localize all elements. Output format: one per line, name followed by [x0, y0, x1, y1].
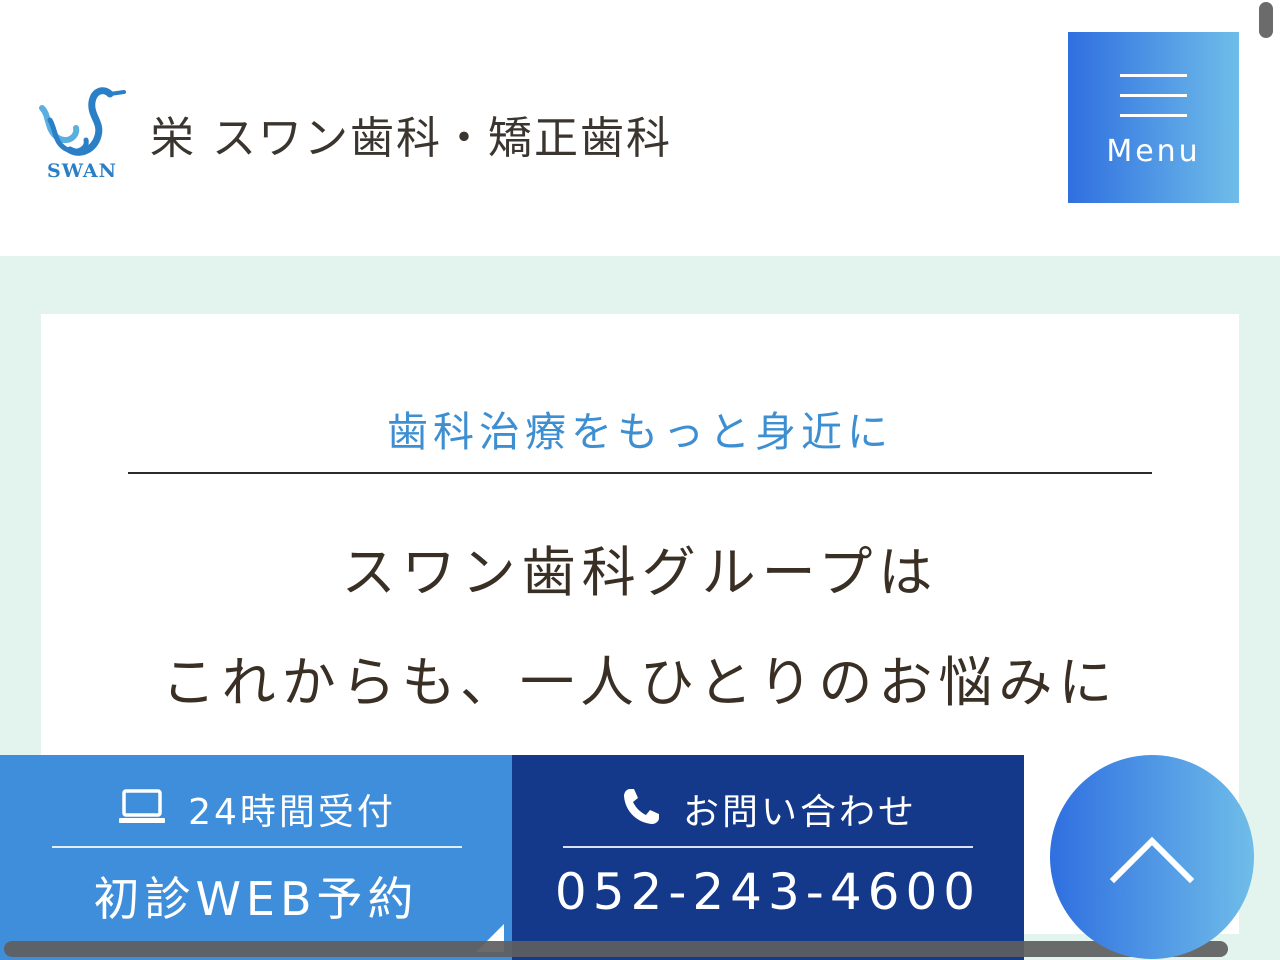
logo-swan-text: SWAN [47, 160, 117, 182]
swan-logo-icon: SWAN [36, 86, 128, 186]
phone-contact-divider [563, 846, 973, 848]
vertical-scrollbar-thumb[interactable] [1259, 2, 1273, 38]
phone-number: 052-243-4600 [554, 863, 982, 921]
web-reservation-top: 24時間受付 [52, 769, 462, 849]
hamburger-icon-bar-middle [1120, 94, 1187, 97]
site-logo[interactable]: SWAN 栄 スワン歯科・矯正歯科 [36, 86, 672, 186]
menu-button[interactable]: Menu [1068, 32, 1239, 203]
hamburger-icon-bar-top [1120, 74, 1187, 77]
phone-contact-button[interactable]: お問い合わせ 052-243-4600 [512, 755, 1024, 960]
back-to-top-button[interactable] [1050, 755, 1254, 959]
web-reservation-divider [52, 846, 462, 848]
chevron-up-icon [1109, 836, 1195, 884]
phone-contact-top-label: お問い合わせ [682, 792, 917, 833]
phone-contact-top: お問い合わせ [564, 769, 974, 849]
web-reservation-top-label: 24時間受付 [188, 792, 396, 833]
menu-label: Menu [1106, 134, 1201, 169]
site-name: 栄 スワン歯科・矯正歯科 [150, 113, 672, 164]
hero-tagline: 歯科治療をもっと身近に [387, 408, 893, 456]
horizontal-scrollbar-thumb[interactable] [4, 941, 1228, 957]
laptop-icon [118, 789, 166, 829]
phone-icon [621, 787, 661, 831]
hero-message-line-1: スワン歯科グループは [341, 541, 939, 604]
hero-divider [128, 472, 1152, 474]
web-reservation-label: 初診WEB予約 [93, 872, 419, 926]
hamburger-icon-bar-bottom [1120, 114, 1187, 117]
hero-message-line-2: これからも、一人ひとりのお悩みに [161, 651, 1119, 714]
site-header: SWAN 栄 スワン歯科・矯正歯科 Menu [0, 0, 1280, 256]
web-reservation-button[interactable]: 24時間受付 初診WEB予約 [0, 755, 512, 960]
